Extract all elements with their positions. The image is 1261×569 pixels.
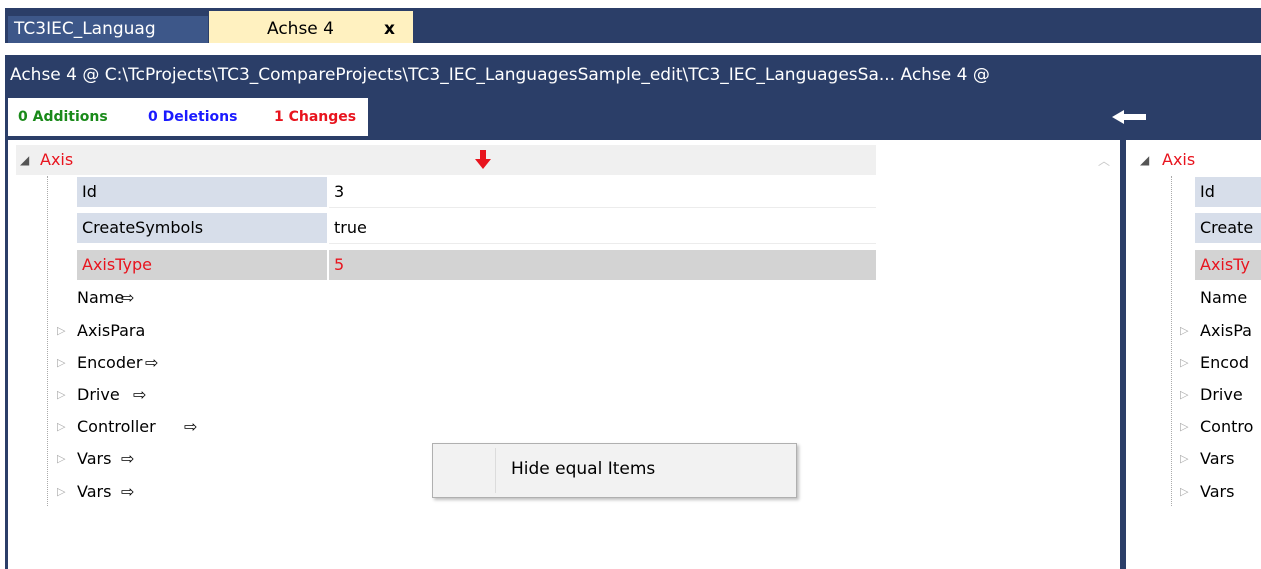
tree-item-vars[interactable]: ▷ Vars: [1178, 477, 1261, 507]
menu-item-hide-equal-items[interactable]: Hide equal Items: [511, 459, 655, 479]
menu-icon-column-separator: [495, 448, 496, 493]
scroll-up-icon[interactable]: ︿: [1098, 152, 1110, 169]
nav-arrow-icon[interactable]: ⇨: [121, 477, 134, 507]
prop-key-axistype: AxisTy: [1195, 250, 1261, 280]
collapsed-caret-icon[interactable]: ▷: [1180, 444, 1188, 474]
tree-item-encoder[interactable]: ▷ Encoder ⇨: [55, 348, 355, 378]
collapsed-caret-icon[interactable]: ▷: [57, 316, 65, 346]
prop-key-axistype: AxisType: [77, 250, 327, 280]
collapsed-caret-icon[interactable]: ▷: [57, 348, 65, 378]
tree-guide-line: [1171, 176, 1172, 506]
compare-path: Achse 4 @ C:\TcProjects\TC3_CompareProje…: [10, 65, 990, 85]
prop-key-createsymbols: Create: [1195, 213, 1261, 243]
prop-value-createsymbols[interactable]: true: [329, 213, 876, 244]
collapsed-caret-icon[interactable]: ▷: [1180, 477, 1188, 507]
deletions-count: 0 Deletions: [148, 109, 238, 125]
tree-item-vars[interactable]: ▷ Vars ⇨: [55, 444, 355, 474]
nav-arrow-icon[interactable]: ⇨: [121, 283, 134, 313]
collapsed-caret-icon[interactable]: ▷: [1180, 380, 1188, 410]
diff-stats: 0 Additions 0 Deletions 1 Changes: [8, 98, 368, 136]
collapsed-caret-icon[interactable]: ▷: [57, 444, 65, 474]
tree-item-vars[interactable]: ▷ Vars ⇨: [55, 477, 355, 507]
vertical-scrollbar[interactable]: [1087, 145, 1117, 569]
collapsed-caret-icon[interactable]: ▷: [57, 412, 65, 442]
left-border: [5, 140, 8, 569]
nav-arrow-icon[interactable]: ⇨: [145, 348, 158, 378]
tab-label: TC3IEC_Languag: [14, 19, 156, 39]
right-pane: ◢ Axis Id Create AxisTy Name ▷ AxisPa ▷ …: [1126, 140, 1261, 569]
collapsed-caret-icon[interactable]: ▷: [1180, 316, 1188, 346]
collapsed-caret-icon[interactable]: ▷: [57, 380, 65, 410]
left-arrow-icon[interactable]: [1112, 110, 1146, 124]
prop-value-axistype[interactable]: 5: [329, 250, 876, 280]
tree-guide-line: [47, 176, 48, 506]
context-menu: Hide equal Items: [432, 443, 797, 498]
tree-item-controller[interactable]: ▷ Contro: [1178, 412, 1261, 442]
tab-label: Achse 4: [267, 19, 334, 39]
tree-item-axispara[interactable]: ▷ AxisPara: [55, 316, 355, 346]
prop-value-id[interactable]: 3: [329, 177, 876, 208]
collapsed-caret-icon[interactable]: ▷: [57, 477, 65, 507]
prop-key-createsymbols: CreateSymbols: [77, 213, 327, 243]
expanded-caret-icon[interactable]: ◢: [1140, 145, 1149, 175]
tree-root-axis[interactable]: ◢ Axis: [16, 145, 876, 175]
tab-achse-4[interactable]: Achse 4 x: [209, 11, 413, 43]
tree-item-drive[interactable]: ▷ Drive: [1178, 380, 1261, 410]
nav-arrow-icon[interactable]: ⇨: [184, 412, 197, 442]
tree-item-encoder[interactable]: ▷ Encod: [1178, 348, 1261, 378]
prop-key-id: Id: [77, 177, 327, 207]
tree-item-drive[interactable]: ▷ Drive ⇨: [55, 380, 355, 410]
tree-root-axis[interactable]: ◢ Axis: [1140, 145, 1261, 175]
tree-root-label: Axis: [40, 150, 74, 169]
collapsed-caret-icon[interactable]: ▷: [1180, 412, 1188, 442]
changes-count: 1 Changes: [274, 109, 357, 125]
red-down-arrow-icon[interactable]: [475, 150, 491, 170]
collapsed-caret-icon[interactable]: ▷: [1180, 348, 1188, 378]
tree-item-axispara[interactable]: ▷ AxisPa: [1178, 316, 1261, 346]
nav-arrow-icon[interactable]: ⇨: [133, 380, 146, 410]
nav-arrow-icon[interactable]: ⇨: [121, 444, 134, 474]
close-tab-button[interactable]: x: [384, 11, 395, 47]
expanded-caret-icon[interactable]: ◢: [20, 145, 29, 175]
tab-tc3iec-languages[interactable]: TC3IEC_Languag: [8, 16, 208, 43]
tree-item-name[interactable]: Name ⇨: [55, 283, 355, 313]
tree-item-controller[interactable]: ▷ Controller ⇨: [55, 412, 355, 442]
prop-key-id: Id: [1195, 177, 1261, 207]
tree-item-vars[interactable]: ▷ Vars: [1178, 444, 1261, 474]
tree-item-name[interactable]: Name: [1178, 283, 1261, 313]
additions-count: 0 Additions: [18, 109, 108, 125]
